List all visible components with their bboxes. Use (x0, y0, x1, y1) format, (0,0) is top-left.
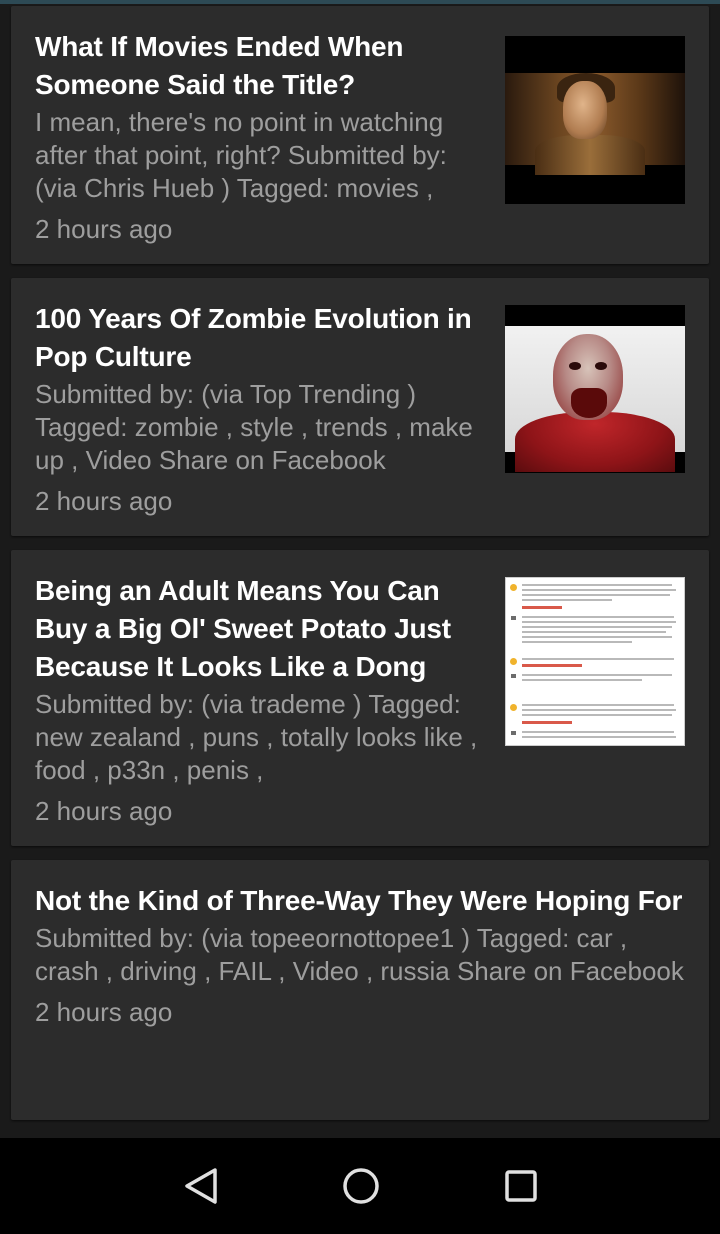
comment-line (522, 736, 676, 738)
article-card[interactable]: 100 Years Of Zombie Evolution in Pop Cul… (11, 278, 709, 536)
back-button[interactable] (181, 1166, 221, 1206)
article-feed: What If Movies Ended When Someone Said t… (0, 4, 720, 1138)
thumbnail-scene (505, 73, 685, 175)
comment-meta (522, 606, 562, 609)
comment-meta (522, 664, 582, 667)
article-card[interactable]: Being an Adult Means You Can Buy a Big O… (11, 550, 709, 846)
article-title[interactable]: Not the Kind of Three-Way They Were Hopi… (35, 882, 685, 920)
comment-meta (522, 721, 572, 724)
article-description: Submitted by: (via Top Trending ) Tagged… (35, 379, 473, 475)
triangle-back-icon (185, 1168, 217, 1204)
comment-line (522, 594, 670, 596)
comment-line (522, 731, 674, 733)
article-text: Being an Adult Means You Can Buy a Big O… (35, 572, 491, 828)
article-title[interactable]: What If Movies Ended When Someone Said t… (35, 28, 491, 104)
thumbnail-figure-mouth (571, 388, 607, 418)
article-text: Not the Kind of Three-Way They Were Hopi… (35, 882, 685, 1029)
thumbnail-figure (535, 135, 645, 175)
thumbnail-scene (505, 326, 685, 472)
comment-line (522, 704, 674, 706)
article-card[interactable]: What If Movies Ended When Someone Said t… (11, 6, 709, 264)
thumbnail-figure-face (563, 81, 607, 139)
article-timestamp: 2 hours ago (35, 486, 173, 516)
article-description: Submitted by: (via topeeornottopee1 ) Ta… (35, 923, 684, 986)
article-description: Submitted by: (via trademe ) Tagged: new… (35, 689, 478, 785)
recents-button[interactable] (501, 1166, 541, 1206)
home-button[interactable] (341, 1166, 381, 1206)
thumbnail-figure-eye (569, 362, 581, 370)
comment-line (522, 589, 676, 591)
comment-line (522, 658, 674, 660)
comment-marker (510, 584, 517, 591)
article-timestamp: 2 hours ago (35, 997, 173, 1027)
comment-line (522, 679, 642, 681)
article-timestamp: 2 hours ago (35, 796, 173, 826)
comment-line (522, 584, 672, 586)
comment-line (522, 641, 632, 643)
comment-line (522, 636, 672, 638)
comment-line (522, 626, 672, 628)
article-thumbnail[interactable] (505, 305, 685, 473)
circle-home-icon (343, 1168, 379, 1204)
comment-marker (511, 731, 516, 735)
article-timestamp: 2 hours ago (35, 214, 173, 244)
article-card[interactable]: Not the Kind of Three-Way They Were Hopi… (11, 860, 709, 1120)
comment-line (522, 599, 612, 601)
article-title[interactable]: 100 Years Of Zombie Evolution in Pop Cul… (35, 300, 491, 376)
comment-marker (511, 616, 516, 620)
thumbnail-figure-body (515, 412, 675, 472)
comment-line (522, 709, 676, 711)
square-recents-icon (505, 1170, 537, 1202)
article-description: I mean, there's no point in watching aft… (35, 107, 447, 203)
comment-marker (510, 658, 517, 665)
comment-marker (511, 674, 516, 678)
comment-line (522, 616, 674, 618)
article-text: 100 Years Of Zombie Evolution in Pop Cul… (35, 300, 491, 518)
comment-marker (510, 704, 517, 711)
system-navigation-bar (0, 1138, 720, 1234)
comment-line (522, 714, 672, 716)
comment-line (522, 674, 672, 676)
article-thumbnail[interactable] (505, 36, 685, 204)
article-title[interactable]: Being an Adult Means You Can Buy a Big O… (35, 572, 491, 686)
thumbnail-figure-eye (595, 362, 607, 370)
article-thumbnail[interactable] (505, 577, 685, 746)
article-text: What If Movies Ended When Someone Said t… (35, 28, 491, 246)
comment-line (522, 621, 676, 623)
comment-line (522, 631, 666, 633)
